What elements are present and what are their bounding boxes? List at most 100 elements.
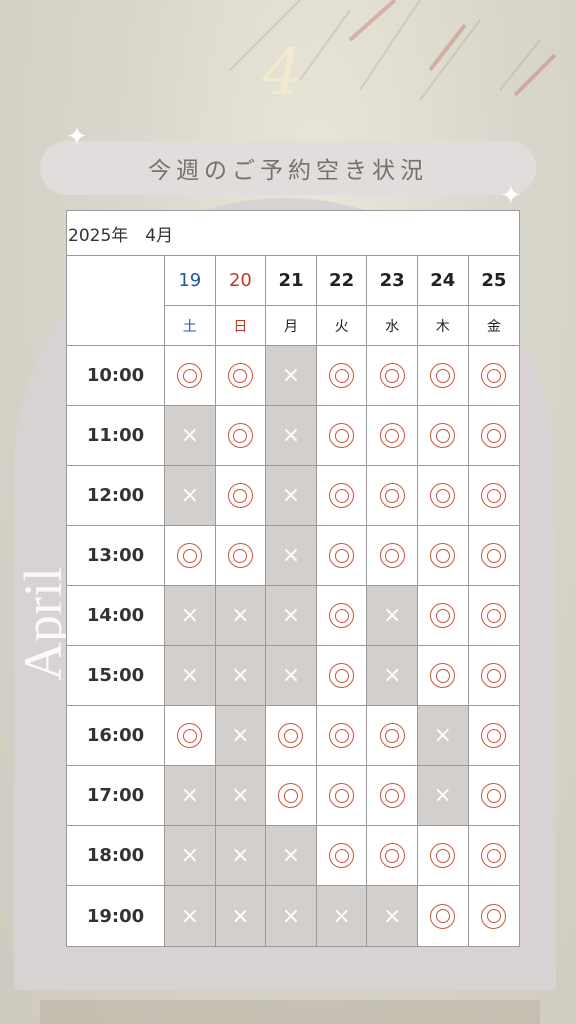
available-slot[interactable] [468,466,520,526]
available-slot[interactable] [215,466,267,526]
unavailable-slot: × [215,586,267,646]
unavailable-slot: × [165,886,216,946]
time-slot-label: 18:00 [67,826,165,886]
available-slot[interactable] [316,526,368,586]
available-slot[interactable] [165,706,216,766]
available-slot[interactable] [468,766,520,826]
unavailable-slot: × [165,466,216,526]
available-slot[interactable] [468,706,520,766]
cross-mark-icon: × [332,903,351,929]
available-slot[interactable] [417,886,469,946]
cross-mark-icon: × [382,603,402,628]
available-slot[interactable] [367,706,418,766]
available-slot[interactable] [316,586,368,646]
unavailable-slot: × [165,646,216,706]
available-slot[interactable] [367,826,418,886]
cross-mark-icon: × [382,663,402,688]
available-slot[interactable] [468,526,520,586]
unavailable-slot: × [165,406,216,466]
time-slot-label: 15:00 [67,646,165,706]
available-slot[interactable] [165,526,216,586]
double-circle-icon [379,483,405,508]
weekday-cell: 日 [215,306,267,346]
available-slot[interactable] [266,766,317,826]
available-slot[interactable] [316,706,368,766]
available-slot[interactable] [417,646,469,706]
unavailable-slot: × [367,646,418,706]
time-slot-label: 17:00 [67,766,165,826]
available-slot[interactable] [367,346,418,406]
available-slot[interactable] [316,826,368,886]
available-slot[interactable] [316,646,368,706]
time-slot-label: 12:00 [67,466,165,526]
available-slot[interactable] [468,646,520,706]
double-circle-icon [481,663,507,688]
available-slot[interactable] [468,886,520,946]
unavailable-slot: × [215,826,267,886]
unavailable-slot: × [367,886,418,946]
weekday-cell: 木 [417,306,469,346]
unavailable-slot: × [266,826,317,886]
available-slot[interactable] [215,526,267,586]
available-slot[interactable] [316,466,368,526]
vertical-month-label: April [13,567,73,681]
available-slot[interactable] [468,586,520,646]
date-cell: 21 [266,256,317,306]
available-slot[interactable] [266,706,317,766]
available-slot[interactable] [417,406,469,466]
cross-mark-icon: × [231,723,250,748]
available-slot[interactable] [215,346,267,406]
double-circle-icon [379,423,405,448]
double-circle-icon [329,423,355,448]
cross-mark-icon: × [180,603,200,628]
cross-mark-icon: × [281,543,301,568]
cross-mark-icon: × [433,723,452,748]
cross-mark-icon: × [231,783,250,808]
cross-mark-icon: × [231,843,250,868]
time-slot-label: 10:00 [67,346,165,406]
time-slot-label: 19:00 [67,886,165,946]
date-cell: 20 [215,256,267,306]
time-slot-label: 14:00 [67,586,165,646]
date-cell: 22 [316,256,368,306]
cross-mark-icon: × [180,843,200,868]
double-circle-icon [481,363,507,388]
unavailable-slot: × [215,766,267,826]
schedule-grid: 19 20 21 22 23 24 25 土日月火水木金 10:00 × 11:00 × × 12:00 ×… [67,256,520,946]
double-circle-icon [481,783,507,808]
unavailable-slot: × [417,766,469,826]
available-slot[interactable] [316,406,368,466]
double-circle-icon [379,543,405,568]
double-circle-icon [430,483,456,508]
available-slot[interactable] [468,346,520,406]
available-slot[interactable] [417,826,469,886]
available-slot[interactable] [215,406,267,466]
available-slot[interactable] [316,766,368,826]
cross-mark-icon: × [382,903,402,929]
sparkle-icon: ✦ [500,181,522,211]
available-slot[interactable] [316,346,368,406]
double-circle-icon [278,783,304,808]
available-slot[interactable] [367,766,418,826]
available-slot[interactable] [468,826,520,886]
available-slot[interactable] [417,466,469,526]
available-slot[interactable] [417,586,469,646]
double-circle-icon [379,723,405,748]
available-slot[interactable] [165,346,216,406]
available-slot[interactable] [367,406,418,466]
page-title: 今週のご予約空き状況 [148,158,428,184]
double-circle-icon [177,363,203,388]
availability-table: 2025年 4月 19 20 21 22 23 24 25 土日月火水木金 10:00 × 11:0… [66,210,520,947]
unavailable-slot: × [266,526,317,586]
available-slot[interactable] [417,526,469,586]
available-slot[interactable] [468,406,520,466]
unavailable-slot: × [367,586,418,646]
double-circle-icon [379,363,405,388]
double-circle-icon [227,423,253,448]
unavailable-slot: × [215,886,267,946]
available-slot[interactable] [367,466,418,526]
sparkle-icon: ✦ [66,122,88,152]
available-slot[interactable] [417,346,469,406]
available-slot[interactable] [367,526,418,586]
cross-mark-icon: × [180,903,200,929]
